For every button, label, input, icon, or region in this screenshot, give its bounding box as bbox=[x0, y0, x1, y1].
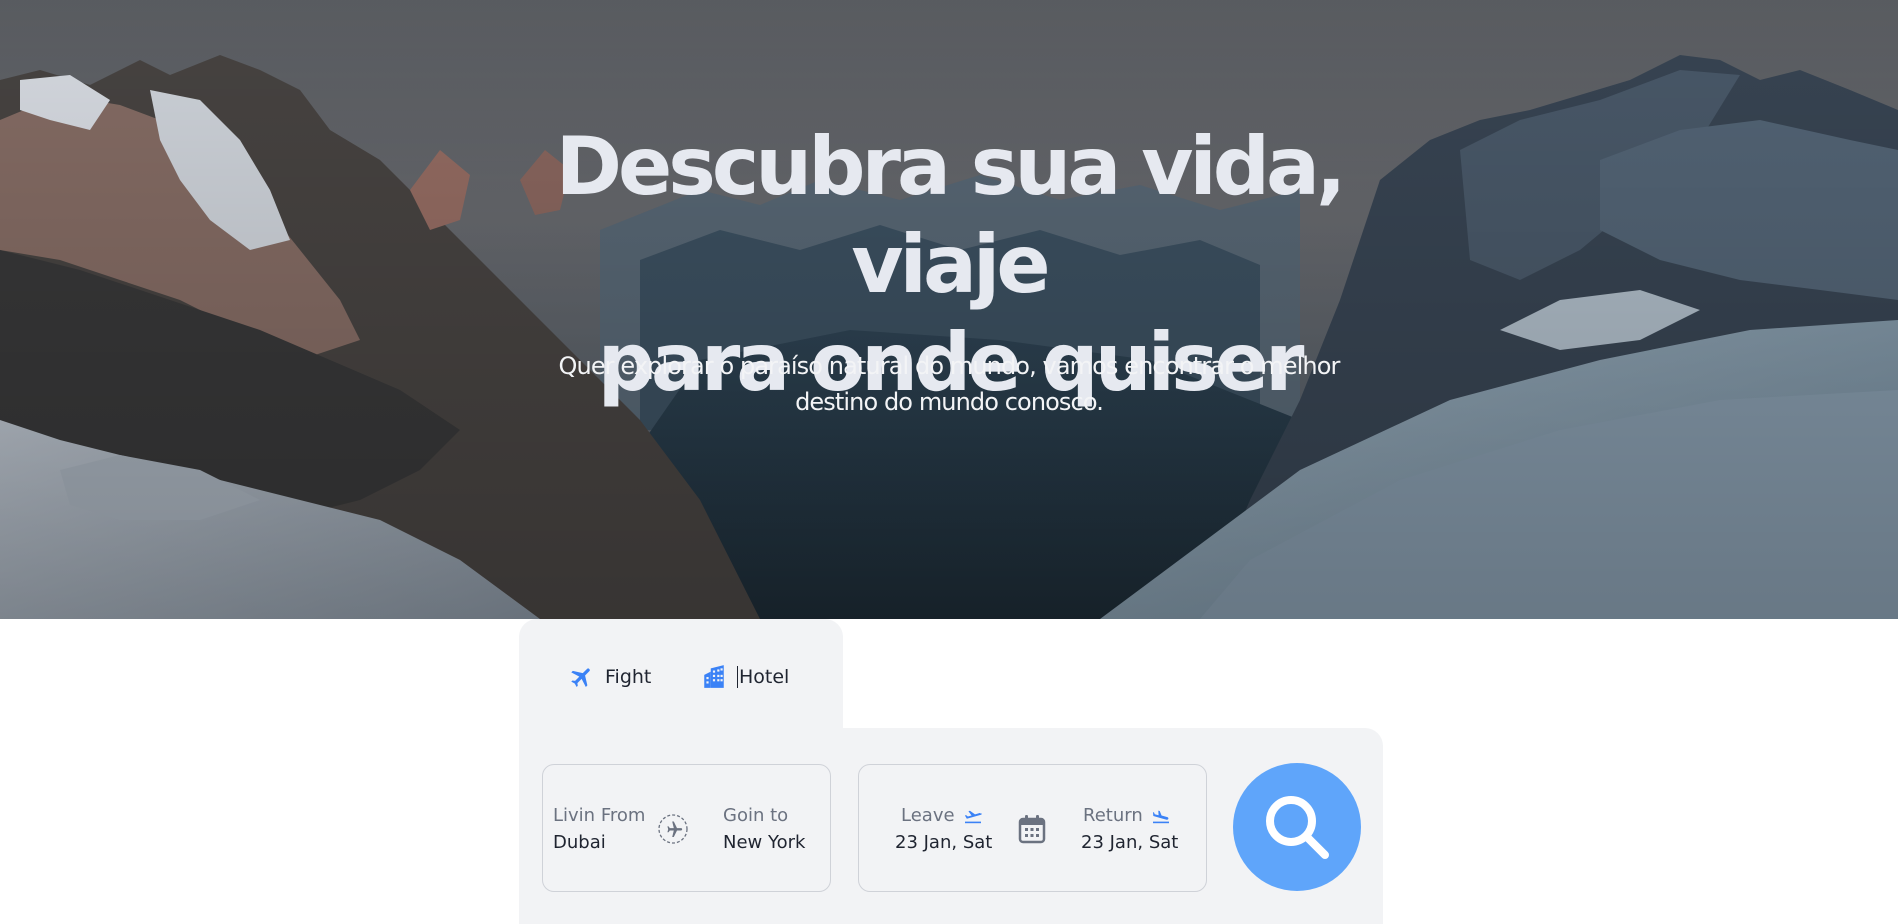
from-value[interactable]: Dubai bbox=[553, 832, 606, 853]
hero-subtitle-line-2: destino do mundo conosco. bbox=[795, 388, 1104, 416]
search-button[interactable] bbox=[1233, 763, 1361, 891]
plane-circle-icon[interactable] bbox=[657, 813, 689, 845]
hero-title-line-1: Descubra sua vida, viaje bbox=[555, 120, 1347, 311]
tab-hotel-label: Hotel bbox=[739, 666, 790, 688]
leave-value[interactable]: 23 Jan, Sat bbox=[895, 832, 992, 853]
hero-subtitle: Quer explorar o paraíso natural do mundo… bbox=[519, 348, 1379, 420]
plane-icon bbox=[571, 668, 590, 687]
from-label: Livin From bbox=[553, 805, 646, 826]
to-value[interactable]: New York bbox=[723, 832, 805, 853]
search-panel: Livin From Dubai Goin to New York Leave … bbox=[519, 728, 1383, 924]
takeoff-icon bbox=[964, 810, 982, 823]
return-value[interactable]: 23 Jan, Sat bbox=[1081, 832, 1178, 853]
hero-subtitle-line-1: Quer explorar o paraíso natural do mundo… bbox=[558, 352, 1341, 380]
landing-icon bbox=[1152, 810, 1169, 823]
tab-hotel[interactable]: Hotel bbox=[701, 661, 789, 693]
booking-tabs: Fight Hotel bbox=[519, 619, 843, 729]
leave-label-group: Leave bbox=[901, 805, 983, 826]
magnifier-icon bbox=[1266, 796, 1329, 859]
to-label: Goin to bbox=[723, 805, 789, 826]
return-label-group: Return bbox=[1083, 805, 1171, 826]
date-field[interactable]: Leave 23 Jan, Sat Return 23 Jan, Sat bbox=[858, 764, 1207, 892]
text-caret bbox=[737, 666, 738, 688]
tab-flight[interactable]: Fight bbox=[569, 661, 651, 693]
building-icon bbox=[704, 665, 724, 688]
return-label: Return bbox=[1083, 805, 1143, 826]
route-field[interactable]: Livin From Dubai Goin to New York bbox=[542, 764, 831, 892]
tab-flight-label: Fight bbox=[605, 666, 652, 688]
leave-label: Leave bbox=[901, 805, 955, 826]
calendar-icon[interactable] bbox=[1018, 814, 1046, 844]
hero-section: Descubra sua vida, viaje para onde quise… bbox=[0, 0, 1898, 619]
